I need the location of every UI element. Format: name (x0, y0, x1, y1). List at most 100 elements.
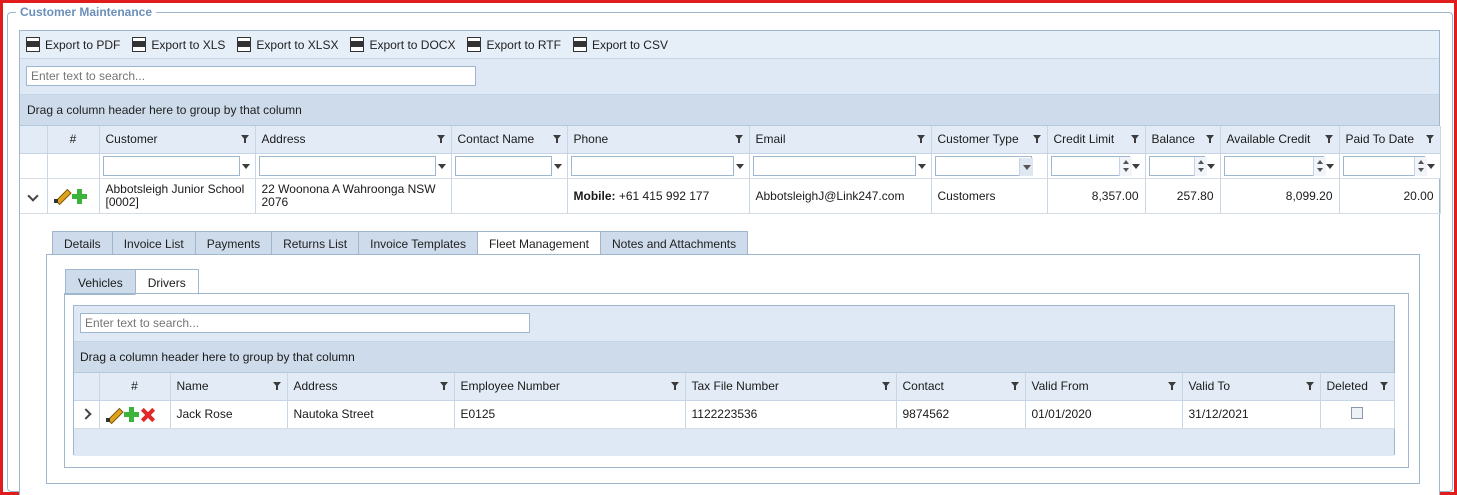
add-icon[interactable] (123, 407, 139, 423)
delete-icon[interactable] (141, 408, 154, 421)
column-header-valid-to[interactable]: Valid To (1182, 373, 1321, 401)
export-xls-button[interactable]: Export to XLS (132, 37, 225, 52)
filter-icon[interactable] (552, 135, 561, 143)
column-header-paid-to-date[interactable]: Paid To Date (1339, 126, 1441, 154)
filter-icon[interactable] (917, 163, 926, 169)
filter-dropdown[interactable] (934, 155, 1032, 176)
drivers-search-input[interactable] (80, 313, 530, 333)
column-header-employee-number[interactable]: Employee Number (454, 373, 686, 401)
column-header-customer[interactable]: Customer (99, 126, 256, 154)
column-header-address[interactable]: Address (287, 373, 455, 401)
column-header-available-credit[interactable]: Available Credit (1220, 126, 1340, 154)
filter-icon[interactable] (1010, 382, 1019, 390)
export-docx-button[interactable]: Export to DOCX (350, 37, 455, 52)
spin-buttons-icon[interactable] (1118, 156, 1132, 176)
filter-icon[interactable] (1167, 382, 1176, 390)
column-header-contact[interactable]: Contact (896, 373, 1026, 401)
column-header-name[interactable]: Name (170, 373, 288, 401)
column-header-phone[interactable]: Phone (567, 126, 750, 154)
search-input[interactable] (26, 66, 476, 86)
filter-icon[interactable] (1130, 135, 1139, 143)
tab-drivers[interactable]: Drivers (134, 269, 199, 295)
filter-paid-to-date[interactable] (1339, 153, 1441, 179)
filter-icon[interactable] (436, 135, 445, 143)
filter-balance[interactable] (1145, 153, 1221, 179)
tab-invoice-list[interactable]: Invoice List (111, 231, 195, 255)
export-rtf-button[interactable]: Export to RTF (467, 37, 561, 52)
column-header-index[interactable]: # (47, 126, 100, 154)
filter-icon[interactable] (1324, 135, 1333, 143)
tab-details[interactable]: Details (52, 231, 112, 255)
filter-contact-name[interactable] (451, 153, 568, 179)
filter-icon[interactable] (1379, 382, 1388, 390)
filter-icon[interactable] (734, 135, 743, 143)
table-row[interactable]: Jack Rose Nautoka Street E0125 112222353… (74, 400, 1395, 429)
filter-icon[interactable] (916, 135, 925, 143)
column-header-email[interactable]: Email (749, 126, 932, 154)
add-icon[interactable] (71, 188, 87, 204)
column-header-credit-limit[interactable]: Credit Limit (1047, 126, 1146, 154)
spin-buttons-icon[interactable] (1193, 156, 1207, 176)
filter-email[interactable] (749, 153, 932, 179)
table-row[interactable]: Abbotsleigh Junior School [0002] 22 Woon… (20, 178, 1441, 214)
filter-customer[interactable] (99, 153, 256, 179)
deleted-checkbox[interactable] (1351, 406, 1363, 419)
filter-spin-input[interactable] (1342, 155, 1425, 176)
filter-available-credit[interactable] (1220, 153, 1340, 179)
column-header-balance[interactable]: Balance (1145, 126, 1221, 154)
filter-input[interactable] (752, 155, 916, 176)
filter-icon[interactable] (1425, 135, 1434, 143)
filter-icon[interactable] (1205, 135, 1214, 143)
filter-input[interactable] (102, 155, 240, 176)
column-header-contact-name[interactable]: Contact Name (451, 126, 568, 154)
export-csv-button[interactable]: Export to CSV (572, 37, 668, 52)
filter-icon[interactable] (1206, 163, 1215, 169)
filter-spin-input[interactable] (1223, 155, 1324, 176)
column-header-tax-file-number[interactable]: Tax File Number (685, 373, 897, 401)
tab-notes-and-attachments[interactable]: Notes and Attachments (600, 231, 749, 255)
filter-credit-limit[interactable] (1047, 153, 1146, 179)
filter-input[interactable] (454, 155, 552, 176)
export-pdf-button[interactable]: Export to PDF (26, 37, 120, 52)
filter-address[interactable] (255, 153, 452, 179)
tab-vehicles[interactable]: Vehicles (65, 269, 135, 295)
rtf-icon (467, 37, 482, 52)
tab-returns-list[interactable]: Returns List (271, 231, 359, 255)
filter-icon[interactable] (1032, 135, 1041, 143)
edit-icon[interactable] (105, 407, 121, 422)
tab-fleet-management[interactable]: Fleet Management (476, 231, 601, 255)
chevron-down-icon[interactable] (1018, 157, 1033, 176)
filter-icon[interactable] (735, 163, 744, 169)
filter-phone[interactable] (567, 153, 750, 179)
edit-icon[interactable] (53, 188, 69, 204)
filter-icon[interactable] (670, 382, 679, 390)
tab-payments[interactable]: Payments (194, 231, 272, 255)
tab-invoice-templates[interactable]: Invoice Templates (358, 231, 477, 255)
filter-icon[interactable] (439, 382, 448, 390)
spin-buttons-icon[interactable] (1413, 156, 1427, 176)
filter-icon[interactable] (1426, 163, 1435, 169)
filter-input[interactable] (258, 155, 436, 176)
column-header-customer-type[interactable]: Customer Type (931, 126, 1048, 154)
collapse-toggle[interactable] (20, 178, 48, 214)
filter-cell-empty (20, 153, 48, 179)
filter-icon[interactable] (240, 135, 249, 143)
filter-icon[interactable] (241, 163, 250, 169)
spin-buttons-icon[interactable] (1312, 156, 1326, 176)
filter-icon[interactable] (553, 163, 562, 169)
filter-icon[interactable] (437, 163, 446, 169)
column-header-deleted[interactable]: Deleted (1320, 373, 1395, 401)
drivers-header-row: # Name Address Employee Number Tax File … (74, 373, 1395, 401)
filter-input[interactable] (570, 155, 734, 176)
filter-icon[interactable] (881, 382, 890, 390)
filter-customer-type[interactable] (931, 153, 1048, 179)
expand-toggle[interactable] (74, 400, 100, 429)
filter-icon[interactable] (1131, 163, 1140, 169)
column-header-address[interactable]: Address (255, 126, 452, 154)
filter-icon[interactable] (272, 382, 281, 390)
column-header-valid-from[interactable]: Valid From (1025, 373, 1183, 401)
filter-icon[interactable] (1305, 382, 1314, 390)
export-xlsx-button[interactable]: Export to XLSX (237, 37, 338, 52)
column-header-index[interactable]: # (99, 373, 171, 401)
filter-icon[interactable] (1325, 163, 1334, 169)
